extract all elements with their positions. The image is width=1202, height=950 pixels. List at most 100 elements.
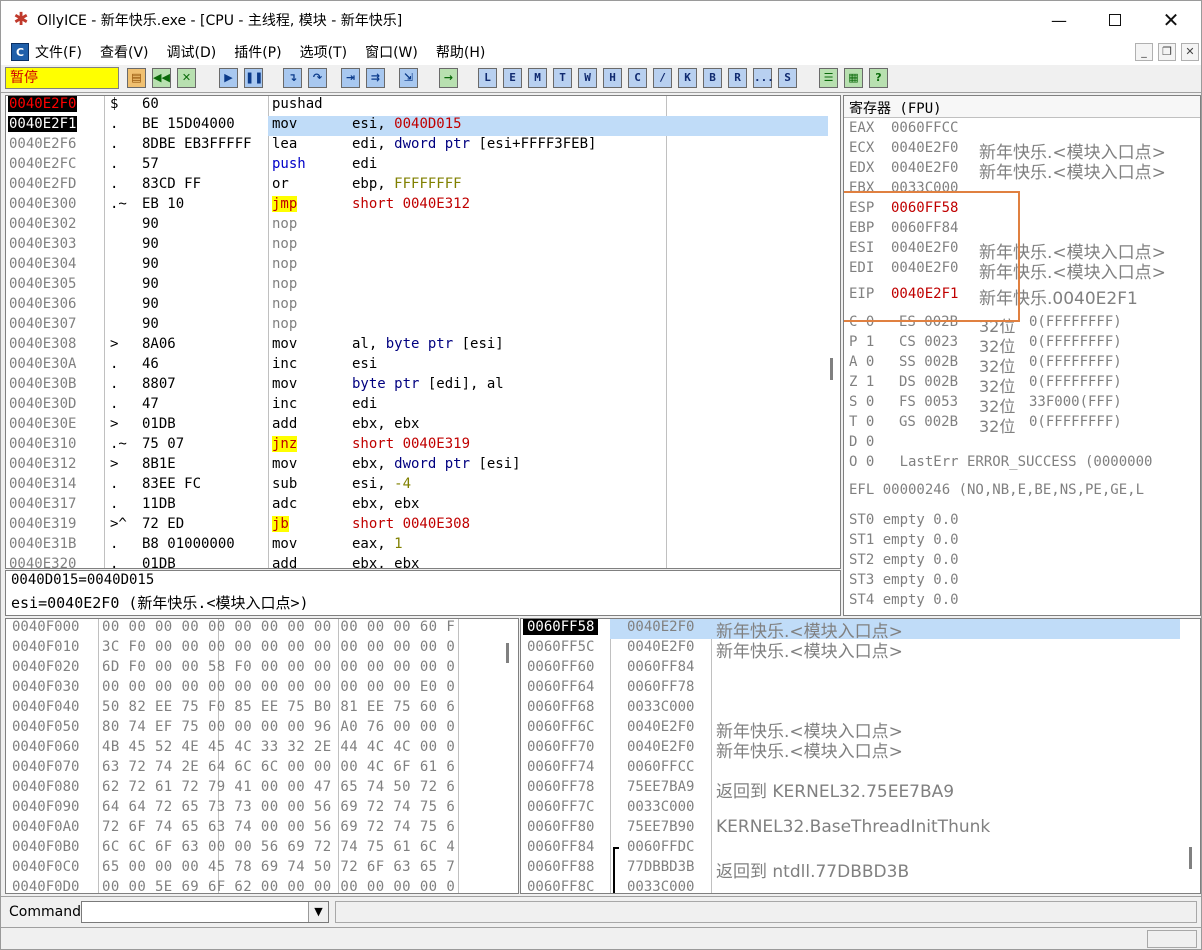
- dump-scroll-thumb[interactable]: [506, 643, 509, 663]
- flag-row[interactable]: Z 1 DS 002B 32位 0(FFFFFFFF): [849, 374, 1199, 396]
- dump-row[interactable]: 0040F050 80 74 EF 75 00 00 00 00 96 A0 76…: [6, 719, 518, 739]
- pause-icon[interactable]: ❚❚: [244, 68, 263, 88]
- stack-scroll-thumb[interactable]: [1189, 847, 1192, 869]
- registers-header[interactable]: 寄存器 (FPU): [844, 96, 1200, 118]
- dump-row[interactable]: 0040F0C0 65 00 00 00 45 78 69 74 50 72 6F…: [6, 859, 518, 879]
- maximize-button[interactable]: [1087, 1, 1143, 39]
- disasm-row[interactable]: 0040E306 90 nop: [6, 296, 840, 316]
- disasm-row[interactable]: 0040E2F0 $60 pushad: [6, 96, 840, 116]
- menu-debug[interactable]: 调试(D): [167, 42, 217, 62]
- threads-window-button[interactable]: T: [553, 68, 572, 88]
- memory-window-button[interactable]: M: [528, 68, 547, 88]
- disasm-row[interactable]: 0040E312 >8B1E mov ebx, dword ptr [esi]: [6, 456, 840, 476]
- disasm-row[interactable]: 0040E307 90 nop: [6, 316, 840, 336]
- registers-pane[interactable]: 寄存器 (FPU) EAX 0060FFCC ECX 0040E2F0 新年快乐.<模块…: [843, 95, 1201, 616]
- disasm-row[interactable]: 0040E303 90 nop: [6, 236, 840, 256]
- handles-window-button[interactable]: H: [603, 68, 622, 88]
- references-window-button[interactable]: R: [728, 68, 747, 88]
- flag-row[interactable]: P 1 CS 0023 32位 0(FFFFFFFF): [849, 334, 1199, 356]
- flag-row[interactable]: S 0 FS 0053 32位 33F000(FFF): [849, 394, 1199, 416]
- dump-row[interactable]: 0040F030 00 00 00 00 00 00 00 00 00 00 00…: [6, 679, 518, 699]
- chevron-down-icon[interactable]: ▼: [308, 902, 328, 922]
- disasm-row[interactable]: 0040E30B. 8807 mov byte ptr [edi], al: [6, 376, 840, 396]
- disasm-row[interactable]: 0040E2FD. 83CD FF or ebp, FFFFFFFF: [6, 176, 840, 196]
- patches-window-button[interactable]: /: [653, 68, 672, 88]
- trace-into-icon[interactable]: ⇥: [341, 68, 360, 88]
- stack-row[interactable]: 0060FF64 0060FF78: [521, 679, 1200, 699]
- execute-till-return-icon[interactable]: ⇲: [399, 68, 418, 88]
- register-row[interactable]: ECX 0040E2F0 新年快乐.<模块入口点>: [849, 140, 1199, 163]
- disasm-row[interactable]: 0040E304 90 nop: [6, 256, 840, 276]
- close-button[interactable]: ✕: [1143, 1, 1199, 39]
- stack-row[interactable]: 0060FF60 0060FF84: [521, 659, 1200, 679]
- stack-row[interactable]: 0060FF74 0060FFCC: [521, 759, 1200, 779]
- dump-row[interactable]: 0040F0D0 00 00 5E 69 6F 62 00 00 00 00 00…: [6, 879, 518, 893]
- minimize-button[interactable]: —: [1031, 1, 1087, 39]
- trace-over-icon[interactable]: ⇉: [366, 68, 385, 88]
- flag-row[interactable]: D 0: [849, 434, 1199, 454]
- disasm-row[interactable]: 0040E2F1. BE 15D04000 mov esi, 0040D015: [6, 116, 840, 136]
- dump-row[interactable]: 0040F020 6D F0 00 00 58 F0 00 00 00 00 00…: [6, 659, 518, 679]
- disasm-row[interactable]: 0040E320. 01DB add ebx, ebx: [6, 556, 840, 568]
- disasm-row[interactable]: 0040E310 .~ 75 07 jnz short 0040E319: [6, 436, 840, 456]
- runtrace-window-button[interactable]: ...: [753, 68, 774, 88]
- stack-pane[interactable]: 0060FF58 0040E2F0 新年快乐.<模块入口点> 0060FF5C 0040…: [520, 618, 1201, 894]
- dump-row[interactable]: 0040F060 4B 45 52 4E 45 4C 33 32 2E 44 4C…: [6, 739, 518, 759]
- menu-help[interactable]: 帮助(H): [436, 42, 485, 62]
- disasm-row[interactable]: 0040E319 >^ 72 ED jb short 0040E308: [6, 516, 840, 536]
- breakpoints-window-button[interactable]: B: [703, 68, 722, 88]
- stack-row[interactable]: 0060FF78 75EE7BA9 返回到 KERNEL32.75EE7BA9: [521, 779, 1200, 802]
- fpu-row[interactable]: ST0 empty 0.0: [849, 512, 959, 532]
- disassembly-pane[interactable]: 0040E2F0 $60 pushad 0040E2F1. BE 15D04000 mov…: [5, 95, 841, 569]
- mdi-restore-button[interactable]: ❐: [1158, 43, 1176, 61]
- stack-row[interactable]: 0060FF8C 0033C000: [521, 879, 1200, 893]
- stack-row[interactable]: 0060FF84 0060FFDC: [521, 839, 1200, 859]
- modules-window-button[interactable]: E: [503, 68, 522, 88]
- disasm-row[interactable]: 0040E302 90 nop: [6, 216, 840, 236]
- grid-icon[interactable]: ▦: [844, 68, 863, 88]
- windows-window-button[interactable]: W: [578, 68, 597, 88]
- disasm-row[interactable]: 0040E317. 11DB adc ebx, ebx: [6, 496, 840, 516]
- stack-row[interactable]: 0060FF88 77DBBD3B 返回到 ntdll.77DBBD3B: [521, 859, 1200, 882]
- stack-row[interactable]: 0060FF7C 0033C000: [521, 799, 1200, 819]
- command-input[interactable]: ▼: [81, 901, 329, 923]
- fpu-row[interactable]: ST3 empty 0.0: [849, 572, 959, 592]
- register-row[interactable]: EDX 0040E2F0 新年快乐.<模块入口点>: [849, 160, 1199, 183]
- menu-view[interactable]: 查看(V): [100, 42, 149, 62]
- dump-row[interactable]: 0040F040 50 82 EE 75 F0 85 EE 75 B0 81 EE…: [6, 699, 518, 719]
- restart-icon[interactable]: ◀◀: [152, 68, 171, 88]
- flag-row[interactable]: T 0 GS 002B 32位 0(FFFFFFFF): [849, 414, 1199, 436]
- mdi-minimize-button[interactable]: _: [1135, 43, 1153, 61]
- lasterr-row[interactable]: O 0 LastErr ERROR_SUCCESS (0000000: [849, 454, 1152, 474]
- step-into-icon[interactable]: ↴: [283, 68, 302, 88]
- disasm-row[interactable]: 0040E300 .~ EB 10 jmp short 0040E312: [6, 196, 840, 216]
- fpu-row[interactable]: ST2 empty 0.0: [849, 552, 959, 572]
- cpu-window-button[interactable]: C: [628, 68, 647, 88]
- open-icon[interactable]: ▤: [127, 68, 146, 88]
- dump-row[interactable]: 0040F070 63 72 74 2E 64 6C 6C 00 00 00 4C…: [6, 759, 518, 779]
- fpu-row[interactable]: ST4 empty 0.0: [849, 592, 959, 612]
- register-row[interactable]: EAX 0060FFCC: [849, 120, 1199, 140]
- disasm-row[interactable]: 0040E2F6. 8DBE EB3FFFFF lea edi, dword ptr …: [6, 136, 840, 156]
- source-window-button[interactable]: S: [778, 68, 797, 88]
- callstack-window-button[interactable]: K: [678, 68, 697, 88]
- stack-row[interactable]: 0060FF58 0040E2F0 新年快乐.<模块入口点>: [521, 619, 1200, 642]
- menu-plugins[interactable]: 插件(P): [234, 42, 281, 62]
- hex-dump-pane[interactable]: 0040F000 00 00 00 00 00 00 00 00 00 00 00…: [5, 618, 519, 894]
- dump-row[interactable]: 0040F010 3C F0 00 00 00 00 00 00 00 00 00…: [6, 639, 518, 659]
- mdi-close-button[interactable]: ✕: [1181, 43, 1199, 61]
- menu-options[interactable]: 选项(T): [300, 42, 347, 62]
- dump-row[interactable]: 0040F0A0 72 6F 74 65 63 74 00 00 56 69 72…: [6, 819, 518, 839]
- stack-row[interactable]: 0060FF70 0040E2F0 新年快乐.<模块入口点>: [521, 739, 1200, 762]
- disasm-row[interactable]: 0040E31B. B8 01000000 mov eax, 1: [6, 536, 840, 556]
- dump-row[interactable]: 0040F0B0 6C 6C 6F 63 00 00 56 69 72 74 75…: [6, 839, 518, 859]
- goto-icon[interactable]: →: [439, 68, 458, 88]
- dump-row[interactable]: 0040F090 64 64 72 65 73 73 00 00 56 69 72…: [6, 799, 518, 819]
- menu-window[interactable]: 窗口(W): [365, 42, 418, 62]
- disasm-row[interactable]: 0040E314. 83EE FC sub esi, -4: [6, 476, 840, 496]
- flag-row[interactable]: A 0 SS 002B 32位 0(FFFFFFFF): [849, 354, 1199, 376]
- efl-row[interactable]: EFL 00000246 (NO,NB,E,BE,NS,PE,GE,L: [849, 482, 1144, 502]
- stack-row[interactable]: 0060FF68 0033C000: [521, 699, 1200, 719]
- close-program-icon[interactable]: ✕: [177, 68, 196, 88]
- disasm-row[interactable]: 0040E305 90 nop: [6, 276, 840, 296]
